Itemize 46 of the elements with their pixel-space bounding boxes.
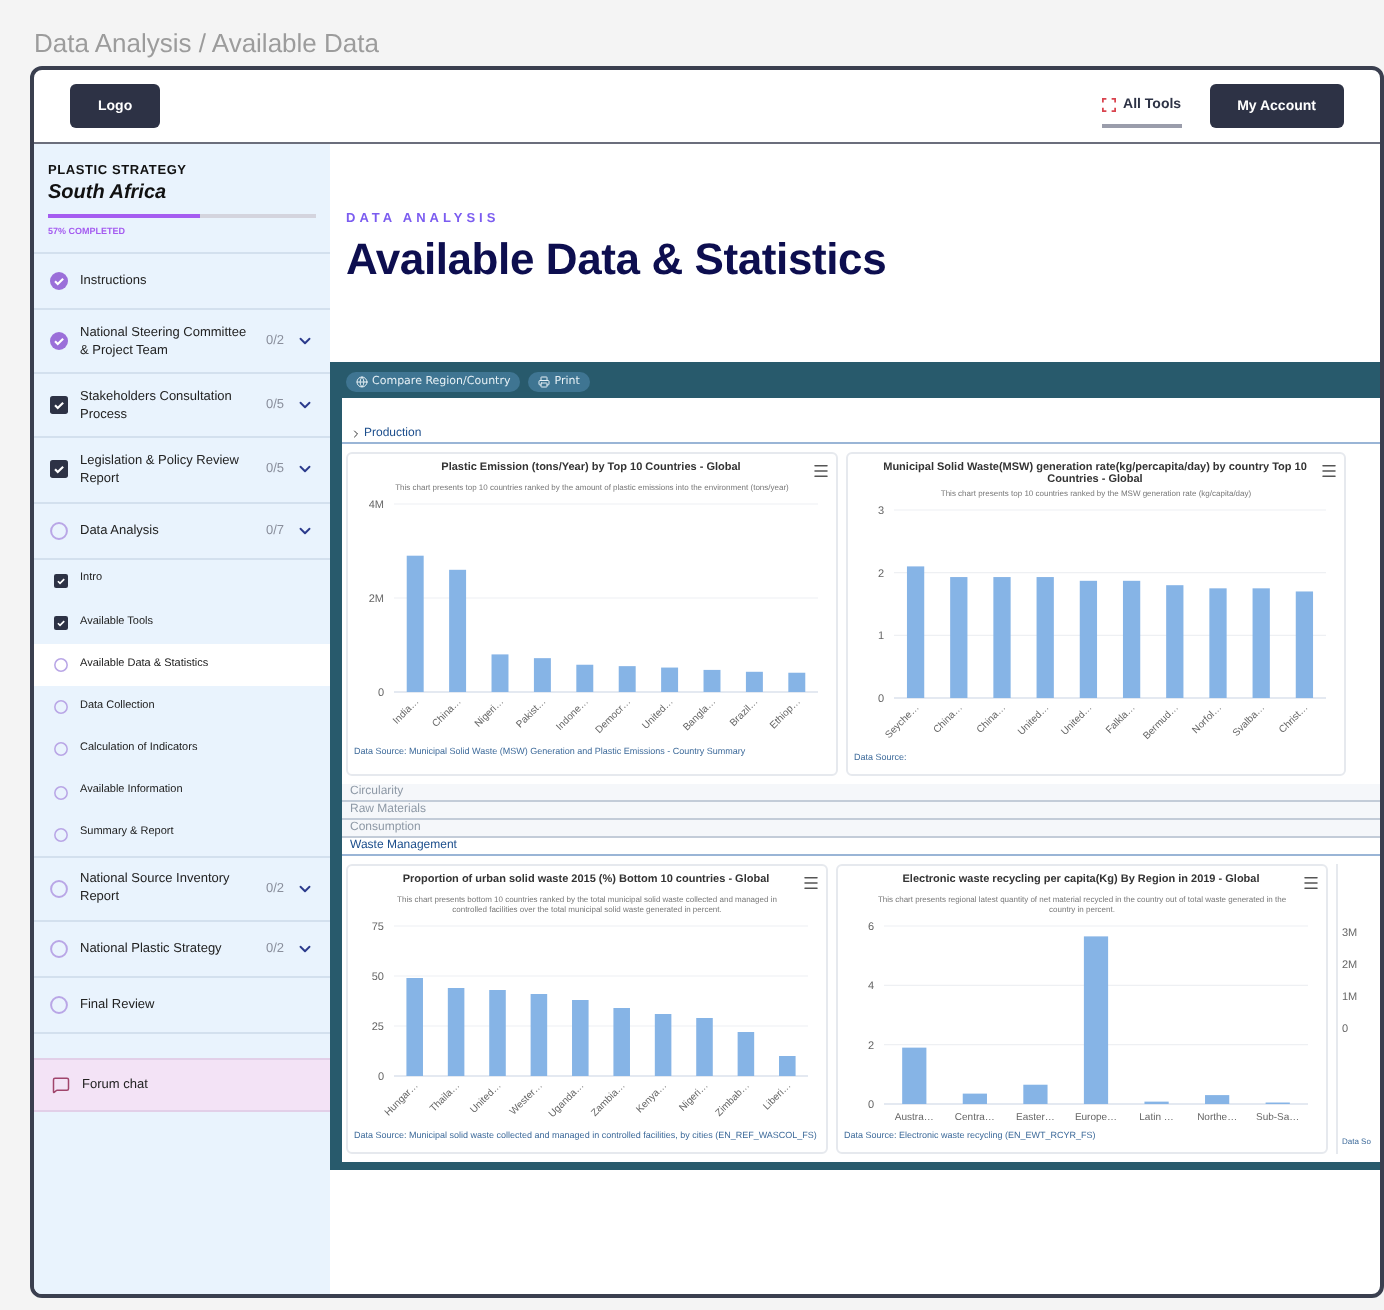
bar <box>745 671 763 692</box>
bar <box>906 566 925 698</box>
chat-icon <box>52 1076 70 1095</box>
bar <box>530 994 548 1076</box>
bar <box>1209 588 1227 698</box>
bar <box>491 654 509 692</box>
sidebar-title: South Africa <box>48 182 169 204</box>
bar <box>576 664 594 692</box>
menu-icon[interactable] <box>1320 462 1338 480</box>
bar <box>902 1047 927 1104</box>
bar <box>406 978 423 1076</box>
bar <box>962 1093 987 1104</box>
bar <box>1295 591 1314 698</box>
bar <box>661 667 679 692</box>
bar <box>1166 585 1184 698</box>
bar <box>406 555 424 692</box>
grid-icon <box>1101 97 1116 111</box>
bar <box>654 1014 672 1076</box>
bar <box>533 658 551 692</box>
bar <box>1252 588 1270 698</box>
bar <box>950 577 968 698</box>
bar <box>447 988 465 1076</box>
bar <box>1205 1095 1230 1104</box>
bar <box>572 1000 589 1076</box>
printer-icon <box>538 375 551 387</box>
bar <box>1079 580 1098 698</box>
menu-icon[interactable] <box>802 874 820 892</box>
bar <box>737 1032 755 1076</box>
bar <box>489 990 506 1076</box>
menu-icon[interactable] <box>812 462 830 480</box>
bar <box>993 577 1011 698</box>
bar <box>1036 577 1054 698</box>
bar <box>703 669 721 692</box>
bar <box>449 569 467 692</box>
chevron-right-icon[interactable] <box>350 428 362 440</box>
bar <box>1023 1084 1048 1104</box>
bar <box>1122 580 1141 698</box>
bar <box>696 1018 713 1076</box>
bar <box>613 1008 630 1076</box>
breadcrumb: Data Analysis / Available Data <box>32 26 381 62</box>
bar <box>779 1056 796 1076</box>
menu-icon[interactable] <box>1302 874 1320 892</box>
bar <box>618 666 636 692</box>
page-title: Available Data & Statistics <box>346 234 889 286</box>
globe-icon <box>356 375 368 387</box>
bar <box>788 672 806 692</box>
